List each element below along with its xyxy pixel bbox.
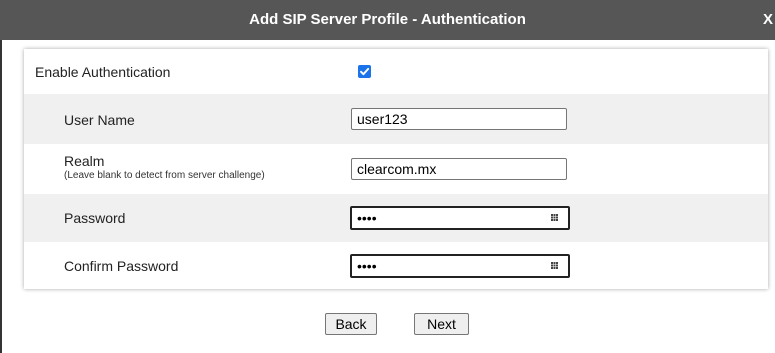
password-input[interactable]: •••• <box>350 206 570 230</box>
dialog-title: Add SIP Server Profile - Authentication <box>249 11 526 28</box>
user-name-label: User Name <box>64 112 135 128</box>
close-icon[interactable]: X <box>763 0 773 40</box>
sip-auth-dialog: Add SIP Server Profile - Authentication … <box>0 0 775 353</box>
dialog-left-border <box>0 40 2 353</box>
dialog-titlebar: Add SIP Server Profile - Authentication … <box>0 0 775 40</box>
next-button[interactable]: Next <box>414 313 469 335</box>
password-masked-value: •••• <box>357 210 377 226</box>
user-name-input[interactable] <box>351 108 567 130</box>
realm-hint: (Leave blank to detect from server chall… <box>64 170 265 181</box>
confirm-password-input[interactable]: •••• <box>350 254 570 278</box>
row-enable-authentication: Enable Authentication <box>24 49 768 94</box>
enable-authentication-label: Enable Authentication <box>35 64 171 80</box>
password-manager-key-icon[interactable] <box>551 262 558 269</box>
confirm-password-masked-value: •••• <box>357 258 377 274</box>
realm-input[interactable] <box>351 158 567 180</box>
row-user-name: User Name <box>24 94 768 144</box>
row-confirm-password: Confirm Password •••• <box>24 242 768 289</box>
password-manager-key-icon[interactable] <box>551 214 558 221</box>
password-label: Password <box>64 210 126 226</box>
auth-form-panel: Enable Authentication User Name Realm (L… <box>24 49 768 289</box>
enable-authentication-checkbox[interactable] <box>358 65 371 78</box>
confirm-password-label: Confirm Password <box>64 258 179 274</box>
row-realm: Realm (Leave blank to detect from server… <box>24 144 768 194</box>
row-password: Password •••• <box>24 194 768 242</box>
back-button[interactable]: Back <box>325 313 377 335</box>
checkmark-icon <box>360 67 370 76</box>
realm-label: Realm <box>64 153 105 169</box>
